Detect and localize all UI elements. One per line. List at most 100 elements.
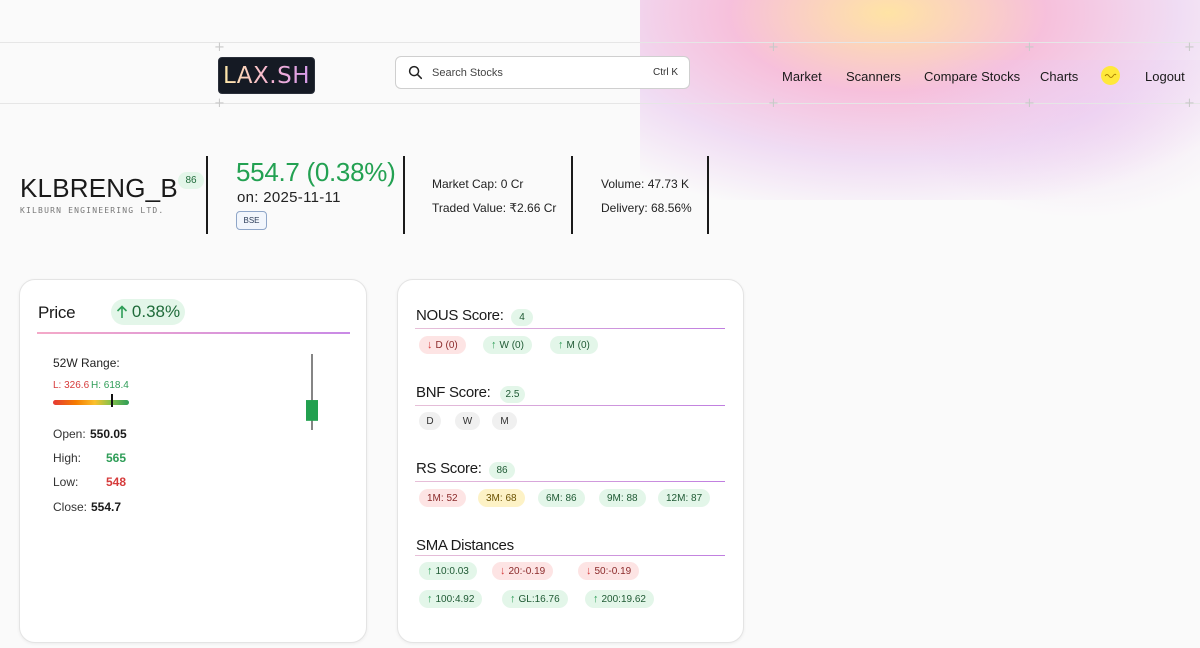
nous-score-badge: 4: [511, 309, 533, 326]
sma-chip-200[interactable]: ↑ 200:19.62: [585, 590, 654, 608]
chip-label: 100:4.92: [435, 593, 475, 605]
search-icon: [408, 65, 423, 80]
rs-chip-9m[interactable]: 9M: 88: [599, 489, 646, 507]
section-underline: [415, 481, 725, 482]
bnf-chip-d[interactable]: D: [419, 412, 441, 430]
sma-chip-50[interactable]: ↓ 50:-0.19: [578, 562, 640, 580]
rs-chip-1m[interactable]: 1M: 52: [419, 489, 466, 507]
section-underline: [415, 405, 725, 406]
nous-chip-m[interactable]: ↑ M (0): [550, 336, 598, 354]
delivery: Delivery: 68.56%: [601, 201, 692, 215]
range-high: H: 618.4: [91, 380, 129, 391]
rank-badge: 86: [178, 172, 204, 189]
nous-chip-w[interactable]: ↑ W (0): [483, 336, 532, 354]
section-underline: [415, 328, 725, 329]
arrow-down-icon: ↓: [427, 338, 433, 351]
bnf-chip-w[interactable]: W: [455, 412, 480, 430]
high-label: High:: [53, 451, 82, 465]
arrow-up-icon: ↑: [427, 564, 433, 577]
low-label: Low:: [53, 475, 79, 489]
grid-plus-icon: +: [214, 40, 225, 55]
sma-chip-20[interactable]: ↓ 20:-0.19: [492, 562, 554, 580]
arrow-up-icon: ↑: [491, 338, 497, 351]
price-card: Price 0.38% 52W Range: L: 326.6 H: 618.4…: [19, 279, 367, 643]
range-marker: [111, 394, 114, 407]
sma-chip-gl[interactable]: ↑ GL:16.76: [502, 590, 568, 608]
logo[interactable]: LAX.SH: [218, 57, 315, 94]
grid-plus-icon: +: [1184, 40, 1195, 55]
grid-plus-icon: +: [214, 96, 225, 111]
rs-score-badge: 86: [489, 462, 515, 479]
background-glow-secondary: [900, 60, 1200, 220]
divider: [571, 156, 573, 234]
arrow-down-icon: ↓: [500, 564, 506, 577]
arrow-up-icon: ↑: [427, 592, 433, 605]
arrow-up-icon: [116, 305, 127, 318]
rs-chip-12m[interactable]: 12M: 87: [658, 489, 711, 507]
price-change-value: 0.38%: [131, 302, 181, 321]
nous-score-title: NOUS Score:: [416, 307, 504, 324]
traded-value: Traded Value: ₹2.66 Cr: [432, 201, 557, 215]
nav-compare-stocks[interactable]: Compare Stocks: [924, 69, 1020, 84]
grid-line-top: [0, 42, 1200, 43]
nav-charts[interactable]: Charts: [1040, 69, 1078, 84]
sma-chip-100[interactable]: ↑ 100:4.92: [419, 590, 483, 608]
divider: [206, 156, 208, 234]
price-date: on: 2025-11-11: [237, 189, 341, 206]
close-value: 554.7: [91, 500, 122, 514]
divider: [403, 156, 405, 234]
close-label: Close:: [53, 500, 88, 514]
price-change-pill: 0.38%: [111, 299, 185, 325]
rs-chip-6m[interactable]: 6M: 86: [538, 489, 585, 507]
arrow-up-icon: ↑: [510, 592, 516, 605]
price-change: 554.7 (0.38%): [236, 157, 396, 187]
search-shortcut: Ctrl K: [653, 67, 678, 78]
logo-text: LAX.SH: [222, 62, 311, 89]
range-label: 52W Range:: [53, 356, 120, 370]
nav-scanners[interactable]: Scanners: [846, 69, 901, 84]
range-low: L: 326.6: [53, 380, 90, 391]
nav-market[interactable]: Market: [782, 69, 822, 84]
arrow-down-icon: ↓: [586, 564, 592, 577]
search-box[interactable]: Search Stocks Ctrl K: [395, 56, 690, 89]
low-value: 548: [106, 475, 127, 489]
sma-distances-title: SMA Distances: [416, 537, 514, 554]
chip-label: GL:16.76: [518, 593, 560, 605]
avatar[interactable]: [1101, 66, 1120, 85]
volume: Volume: 47.73 K: [601, 177, 690, 191]
rs-chip-3m[interactable]: 3M: 68: [478, 489, 525, 507]
price-card-title: Price: [38, 303, 76, 322]
grid-plus-icon: +: [768, 40, 779, 55]
market-cap: Market Cap: 0 Cr: [432, 177, 524, 191]
avatar-scribble-icon: [1104, 73, 1117, 78]
grid-plus-icon: +: [1024, 96, 1035, 111]
search-placeholder: Search Stocks: [432, 66, 503, 79]
bnf-score-title: BNF Score:: [416, 384, 491, 401]
title-underline: [37, 332, 350, 334]
grid-plus-icon: +: [1184, 96, 1195, 111]
scores-card: NOUS Score: 4 ↓ D (0) ↑ W (0) ↑ M (0) BNF S…: [397, 279, 744, 643]
chip-label: 10:0.03: [435, 565, 469, 577]
range-bar: [53, 400, 129, 405]
chip-label: W (0): [499, 339, 524, 351]
high-value: 565: [106, 451, 127, 465]
nous-chip-d[interactable]: ↓ D (0): [419, 336, 466, 354]
grid-line-bottom: [0, 103, 1200, 104]
section-underline: [415, 555, 725, 556]
nav-logout[interactable]: Logout: [1145, 69, 1185, 84]
exchange-badge[interactable]: BSE: [236, 211, 267, 230]
bnf-chip-m[interactable]: M: [492, 412, 517, 430]
grid-plus-icon: +: [768, 96, 779, 111]
bnf-score-badge: 2.5: [500, 386, 525, 403]
candlestick-chart: [306, 354, 318, 430]
open-label: Open:: [53, 427, 86, 441]
sma-chip-10[interactable]: ↑ 10:0.03: [419, 562, 477, 580]
divider: [707, 156, 709, 234]
chip-label: 50:-0.19: [594, 565, 632, 577]
chip-label: M (0): [566, 339, 590, 351]
stock-ticker: KLBRENG_B: [20, 173, 178, 203]
rs-score-title: RS Score:: [416, 460, 482, 477]
grid-plus-icon: +: [1024, 40, 1035, 55]
candle-body: [306, 400, 318, 421]
company-name: KILBURN ENGINEERING LTD.: [20, 206, 165, 215]
